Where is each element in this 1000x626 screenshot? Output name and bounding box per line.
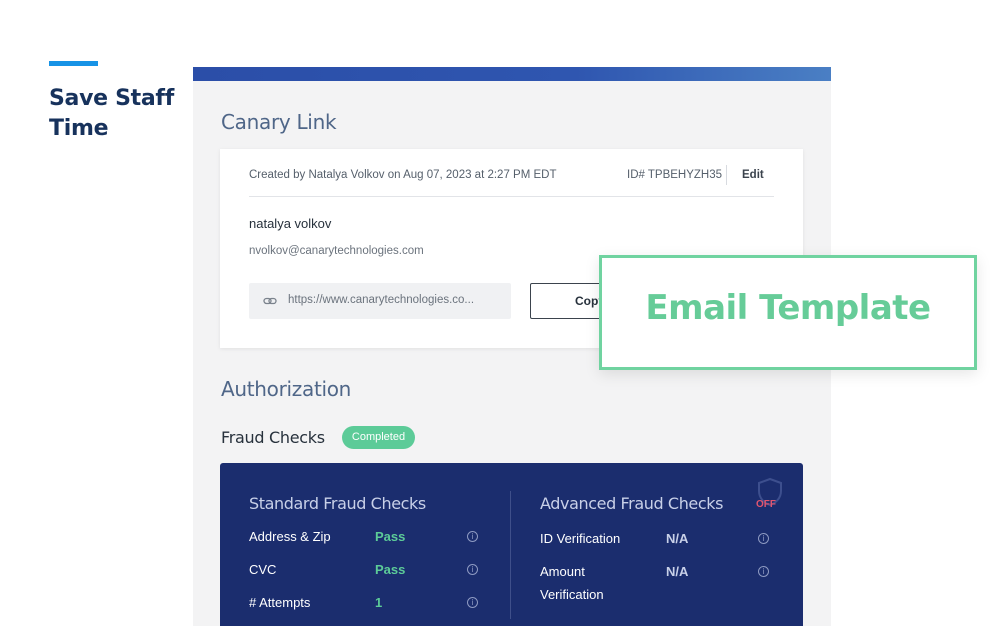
created-by-text: Created by Natalya Volkov on Aug 07, 202…	[249, 169, 557, 181]
info-icon[interactable]: i	[467, 597, 478, 608]
advanced-checks-title: Advanced Fraud Checks	[540, 494, 724, 513]
standard-checks-title: Standard Fraud Checks	[249, 494, 426, 513]
info-icon[interactable]: i	[467, 531, 478, 542]
edit-button[interactable]: Edit	[742, 169, 764, 181]
callout-text: Email Template	[645, 288, 931, 328]
accent-line	[49, 61, 98, 66]
info-icon[interactable]: i	[758, 566, 769, 577]
check-value-address-zip: Pass	[375, 529, 406, 544]
fraud-checks-label: Fraud Checks	[221, 428, 325, 447]
info-icon[interactable]: i	[467, 564, 478, 575]
guest-name: natalya volkov	[249, 216, 332, 231]
canary-link-title: Canary Link	[221, 110, 337, 134]
authorization-title: Authorization	[221, 377, 352, 401]
guest-email: nvolkov@canarytechnologies.com	[249, 245, 424, 257]
check-label-id-verification: ID Verification	[540, 531, 621, 546]
status-badge: Completed	[342, 426, 415, 449]
check-label-verification: Verification	[540, 587, 604, 602]
link-icon	[263, 297, 277, 305]
link-url-text: https://www.canarytechnologies.co...	[288, 294, 475, 306]
advanced-checks-off-label: OFF	[756, 499, 776, 510]
link-meta-row: Created by Natalya Volkov on Aug 07, 202…	[249, 165, 774, 197]
check-value-id-verification: N/A	[666, 531, 689, 546]
check-value-attempts: 1	[375, 595, 383, 610]
panel-top-bar	[193, 67, 831, 81]
side-heading: Save Staff Time	[49, 86, 174, 141]
link-id: ID# TPBEHYZH35	[627, 169, 723, 181]
check-label-amount: Amount	[540, 564, 585, 579]
info-icon[interactable]: i	[758, 533, 769, 544]
check-label-attempts: # Attempts	[249, 595, 311, 610]
link-url-field[interactable]: https://www.canarytechnologies.co...	[249, 283, 511, 319]
email-template-callout: Email Template	[599, 255, 977, 370]
fraud-checks-card: Standard Fraud Checks Advanced Fraud Che…	[220, 463, 803, 626]
check-label-cvc: CVC	[249, 562, 277, 577]
check-label-address-zip: Address & Zip	[249, 529, 331, 544]
check-value-amount-verification: N/A	[666, 564, 689, 579]
column-divider	[510, 491, 511, 619]
meta-divider	[726, 165, 727, 185]
check-value-cvc: Pass	[375, 562, 406, 577]
